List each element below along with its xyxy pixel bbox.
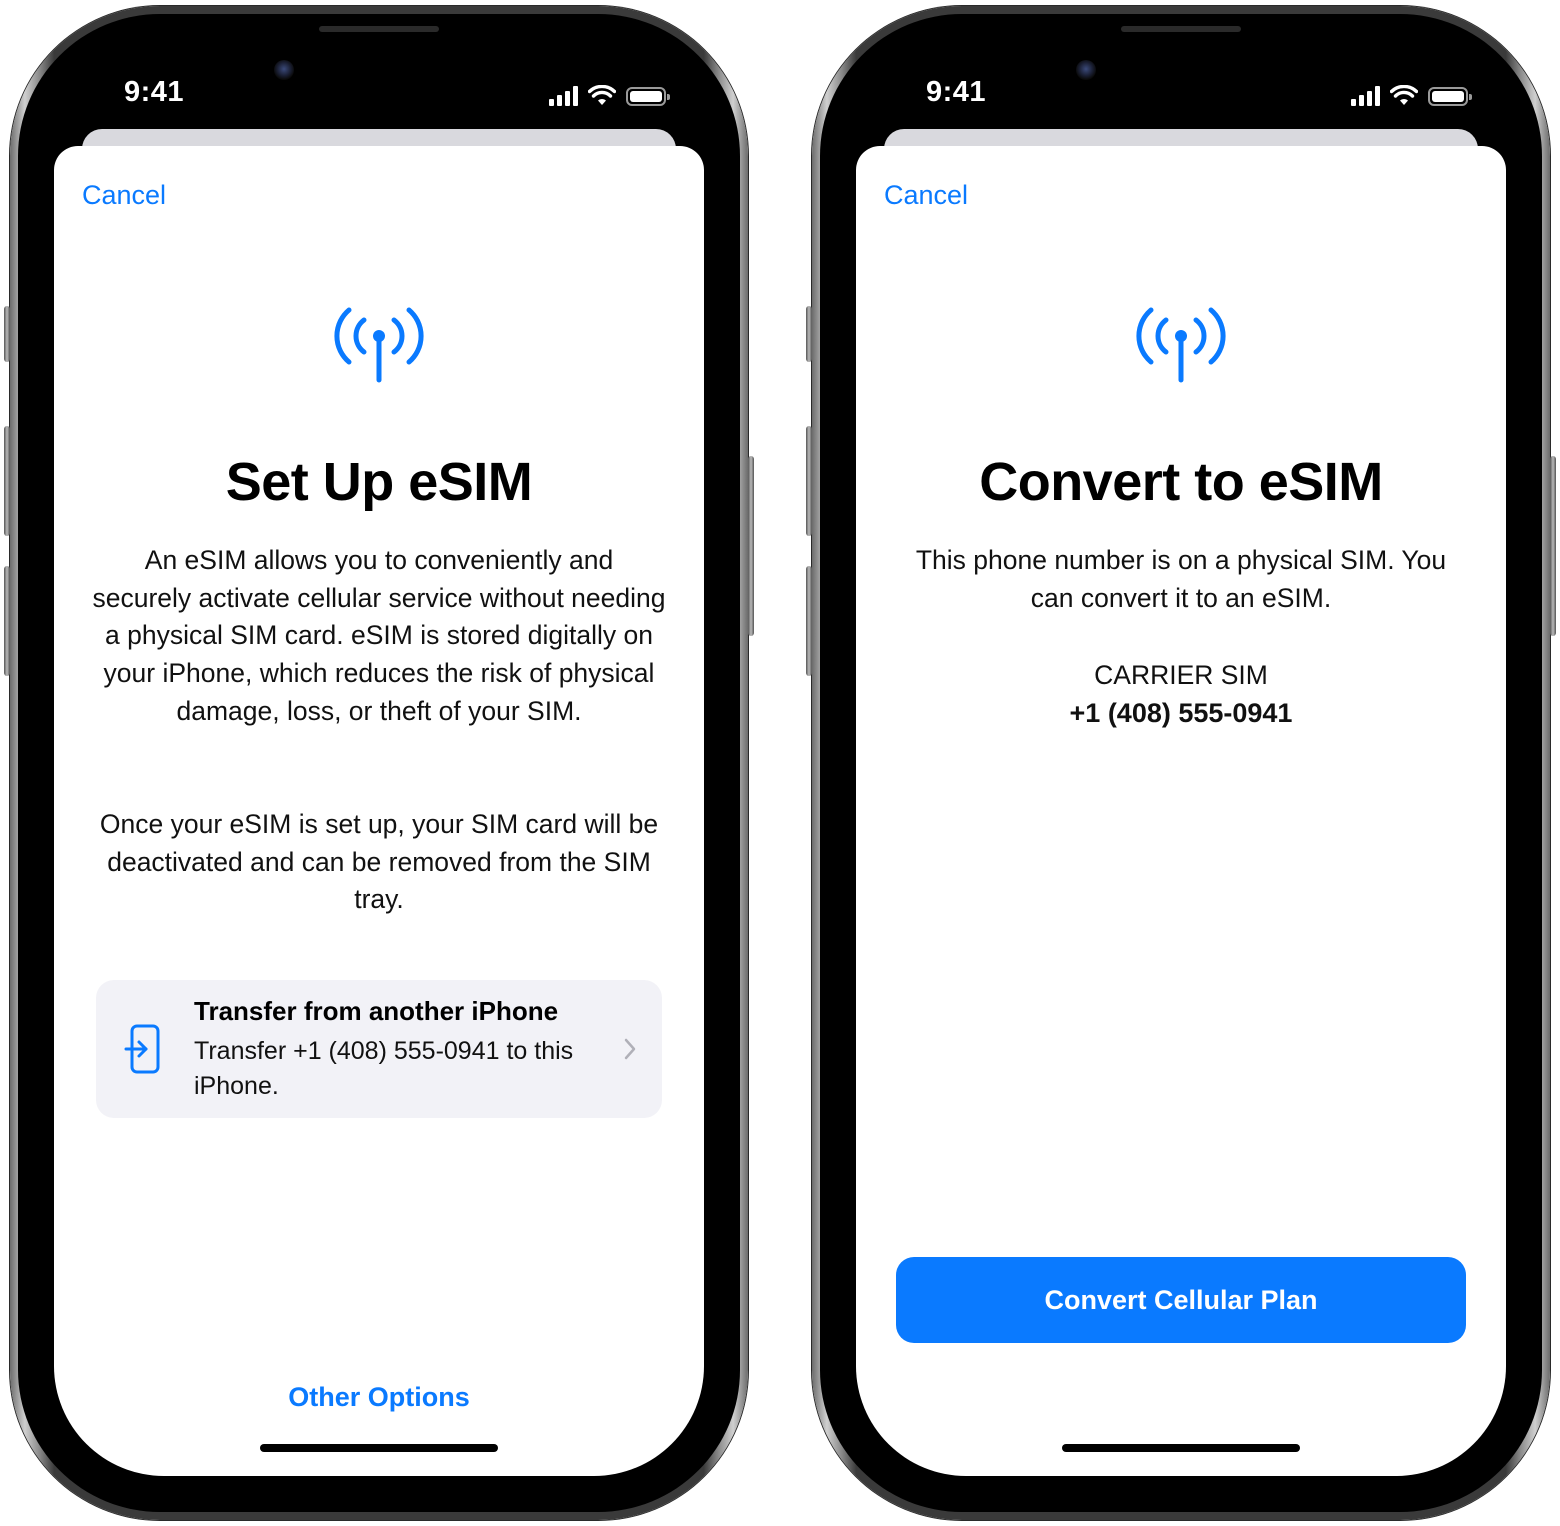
- volume-down-button: [806, 566, 812, 676]
- volume-down-button: [4, 566, 10, 676]
- cancel-button[interactable]: Cancel: [82, 180, 166, 211]
- phone-left: 9:41 Cancel Set Up eSIM An eSIM allows y…: [4, 6, 754, 1520]
- mute-switch: [806, 306, 812, 362]
- antenna-icon: [1136, 307, 1226, 383]
- battery-icon: [1428, 87, 1472, 106]
- esim-description: An eSIM allows you to conveniently and s…: [92, 545, 666, 726]
- convert-esim-sheet: Cancel Convert to eSIM This phone number…: [856, 146, 1506, 1476]
- wifi-icon: [1390, 85, 1418, 105]
- bezel: 9:41 Cancel: [820, 14, 1542, 1512]
- volume-up-button: [806, 426, 812, 536]
- home-indicator[interactable]: [260, 1444, 498, 1452]
- phone-number: +1 (408) 555-0941: [1069, 698, 1293, 728]
- home-indicator[interactable]: [1062, 1444, 1300, 1452]
- page-title: Convert to eSIM: [979, 452, 1383, 512]
- transfer-option-card[interactable]: Transfer from another iPhone Transfer +1…: [96, 980, 662, 1118]
- phone-right: 9:41 Cancel Convert to eSIM This phone n…: [806, 6, 1556, 1520]
- speaker-grille: [1121, 26, 1241, 32]
- signal-icon: [549, 86, 578, 106]
- deactivation-note: Once your eSIM is set up, your SIM card …: [99, 809, 659, 915]
- antenna-icon: [334, 307, 424, 383]
- side-button: [748, 456, 754, 636]
- bezel: 9:41 Cancel: [18, 14, 740, 1512]
- status-time: 9:41: [926, 76, 987, 108]
- other-options-button[interactable]: Other Options: [54, 1382, 704, 1413]
- status-time: 9:41: [124, 76, 185, 108]
- status-icons: [1351, 80, 1472, 106]
- convert-description: This phone number is on a physical SIM. …: [915, 545, 1447, 613]
- transfer-title: Transfer from another iPhone: [194, 996, 559, 1026]
- setup-esim-sheet: Cancel Set Up eSIM An eSIM allows you to…: [54, 146, 704, 1476]
- transfer-subtitle: Transfer +1 (408) 555-0941 to this iPhon…: [194, 1037, 574, 1100]
- signal-icon: [1351, 86, 1380, 106]
- mute-switch: [4, 306, 10, 362]
- wifi-icon: [588, 85, 616, 105]
- convert-cellular-plan-button[interactable]: Convert Cellular Plan: [896, 1257, 1466, 1343]
- battery-icon: [626, 87, 670, 106]
- stage: 9:41 Cancel Set Up eSIM An eSIM allows y…: [0, 0, 1560, 1526]
- carrier-label: CARRIER SIM: [1094, 660, 1268, 690]
- volume-up-button: [4, 426, 10, 536]
- speaker-grille: [319, 26, 439, 32]
- front-camera: [1076, 60, 1096, 80]
- page-title: Set Up eSIM: [225, 452, 533, 512]
- transfer-icon: [124, 1024, 160, 1074]
- chevron-right-icon: [624, 1038, 636, 1060]
- side-button: [1550, 456, 1556, 636]
- status-icons: [549, 80, 670, 106]
- cancel-button[interactable]: Cancel: [884, 180, 968, 211]
- front-camera: [274, 60, 294, 80]
